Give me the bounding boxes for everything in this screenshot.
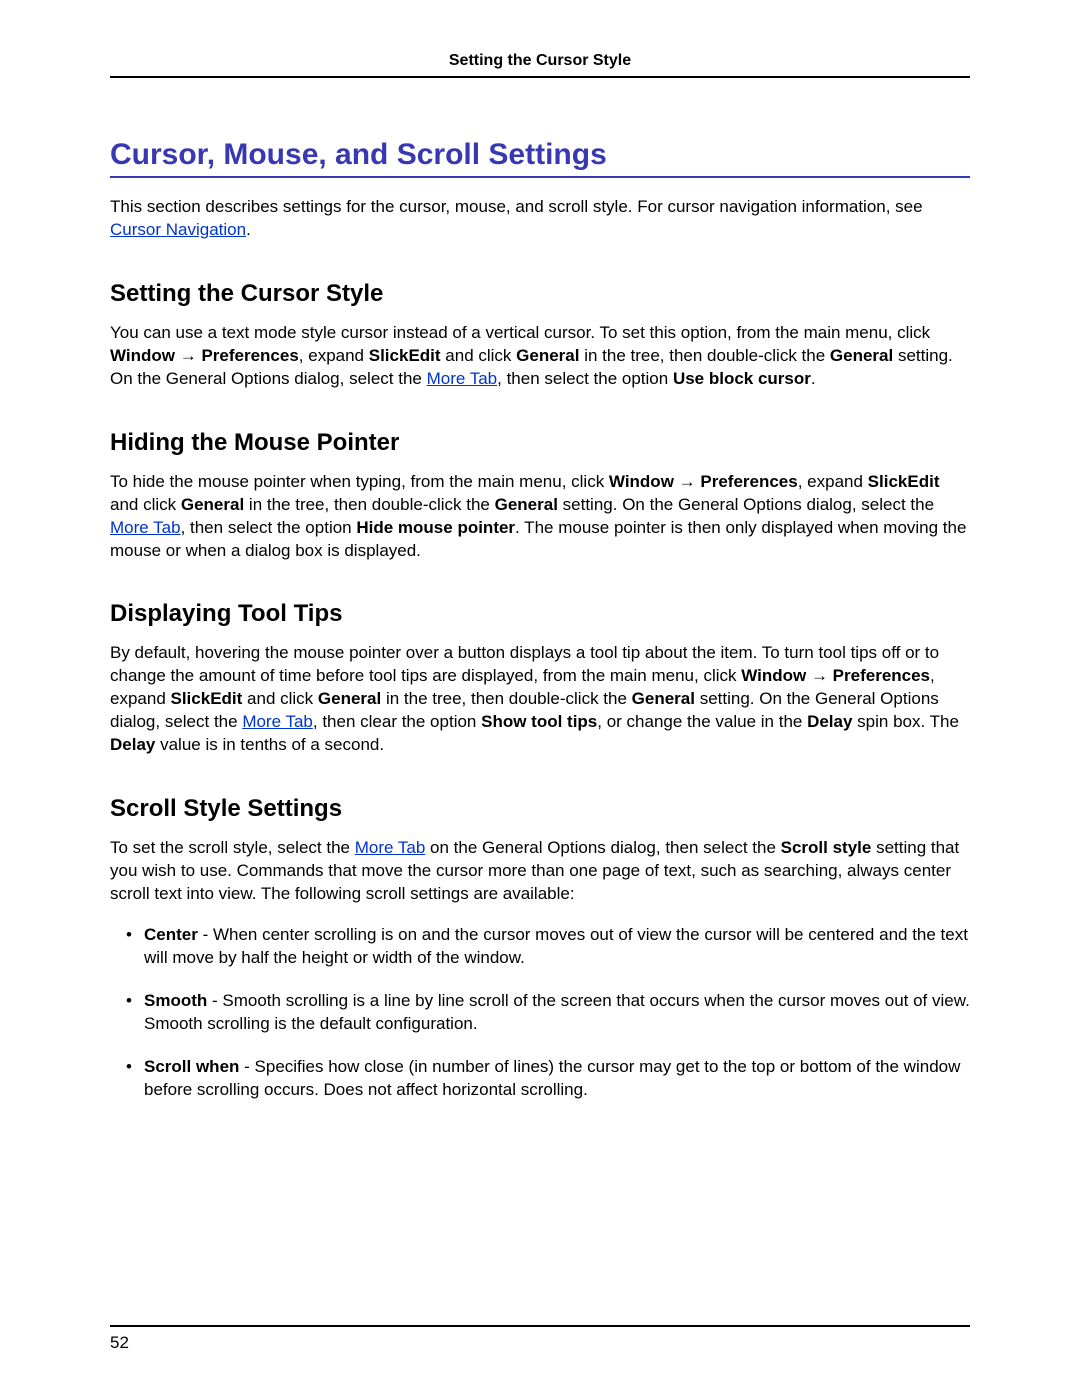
text: , then clear the option	[313, 712, 481, 731]
page-title: Cursor, Mouse, and Scroll Settings	[110, 138, 970, 172]
section-heading-hiding-mouse: Hiding the Mouse Pointer	[110, 429, 970, 457]
text: , then select the option	[181, 518, 357, 537]
preferences-bold: Preferences	[700, 472, 797, 491]
list-item: Smooth - Smooth scrolling is a line by l…	[128, 990, 970, 1036]
slickedit-bold: SlickEdit	[868, 472, 940, 491]
general-bold: General	[318, 689, 381, 708]
more-tab-link[interactable]: More Tab	[242, 712, 313, 731]
text: .	[811, 369, 816, 388]
scroll-bullets: Center - When center scrolling is on and…	[110, 924, 970, 1102]
text: and click	[110, 495, 181, 514]
bullet-text: - Specifies how close (in number of line…	[144, 1057, 960, 1099]
section-heading-scroll: Scroll Style Settings	[110, 795, 970, 823]
general-bold-2: General	[632, 689, 695, 708]
cursor-navigation-link[interactable]: Cursor Navigation	[110, 220, 246, 239]
intro-text-pre: This section describes settings for the …	[110, 197, 923, 216]
text: To set the scroll style, select the	[110, 838, 355, 857]
intro-paragraph: This section describes settings for the …	[110, 196, 970, 242]
scroll-paragraph: To set the scroll style, select the More…	[110, 837, 970, 906]
slickedit-bold: SlickEdit	[369, 346, 441, 365]
text: , expand	[299, 346, 369, 365]
preferences-bold: Preferences	[201, 346, 298, 365]
text: spin box. The	[852, 712, 958, 731]
text: You can use a text mode style cursor ins…	[110, 323, 930, 342]
header-rule	[110, 76, 970, 78]
delay-bold-2: Delay	[110, 735, 155, 754]
slickedit-bold: SlickEdit	[171, 689, 243, 708]
preferences-bold: Preferences	[833, 666, 930, 685]
window-bold: Window	[110, 346, 175, 365]
section-heading-cursor-style: Setting the Cursor Style	[110, 280, 970, 308]
bullet-text: - When center scrolling is on and the cu…	[144, 925, 968, 967]
tooltips-paragraph: By default, hovering the mouse pointer o…	[110, 642, 970, 757]
hiding-mouse-paragraph: To hide the mouse pointer when typing, f…	[110, 471, 970, 563]
text: , or change the value in the	[597, 712, 807, 731]
footer-rule	[110, 1325, 970, 1327]
general-bold-2: General	[495, 495, 558, 514]
hide-mouse-pointer-bold: Hide mouse pointer	[356, 518, 515, 537]
bullet-term: Smooth	[144, 991, 207, 1010]
delay-bold: Delay	[807, 712, 852, 731]
general-bold: General	[516, 346, 579, 365]
scroll-style-bold: Scroll style	[781, 838, 872, 857]
text: setting. On the General Options dialog, …	[558, 495, 934, 514]
text: in the tree, then double-click the	[381, 689, 631, 708]
general-bold: General	[181, 495, 244, 514]
text: and click	[441, 346, 517, 365]
text: in the tree, then double-click the	[244, 495, 494, 514]
text: in the tree, then double-click the	[579, 346, 829, 365]
more-tab-link[interactable]: More Tab	[427, 369, 498, 388]
arrow-icon: →	[175, 346, 201, 365]
list-item: Scroll when - Specifies how close (in nu…	[128, 1056, 970, 1102]
section-heading-tooltips: Displaying Tool Tips	[110, 600, 970, 628]
arrow-icon: →	[806, 666, 832, 685]
window-bold: Window	[609, 472, 674, 491]
title-rule	[110, 176, 970, 178]
text: and click	[242, 689, 318, 708]
bullet-text: - Smooth scrolling is a line by line scr…	[144, 991, 970, 1033]
arrow-icon: →	[674, 472, 700, 491]
more-tab-link[interactable]: More Tab	[355, 838, 426, 857]
general-bold-2: General	[830, 346, 893, 365]
page-number: 52	[110, 1333, 129, 1353]
cursor-style-paragraph: You can use a text mode style cursor ins…	[110, 322, 970, 391]
bullet-term: Scroll when	[144, 1057, 239, 1076]
intro-text-post: .	[246, 220, 251, 239]
list-item: Center - When center scrolling is on and…	[128, 924, 970, 970]
text: , expand	[798, 472, 868, 491]
window-bold: Window	[741, 666, 806, 685]
running-head: Setting the Cursor Style	[110, 52, 970, 76]
page: Setting the Cursor Style Cursor, Mouse, …	[0, 0, 1080, 1397]
use-block-cursor-bold: Use block cursor	[673, 369, 811, 388]
text: on the General Options dialog, then sele…	[425, 838, 780, 857]
text: To hide the mouse pointer when typing, f…	[110, 472, 609, 491]
text: , then select the option	[497, 369, 673, 388]
bullet-term: Center	[144, 925, 198, 944]
more-tab-link[interactable]: More Tab	[110, 518, 181, 537]
text: value is in tenths of a second.	[155, 735, 384, 754]
show-tool-tips-bold: Show tool tips	[481, 712, 597, 731]
